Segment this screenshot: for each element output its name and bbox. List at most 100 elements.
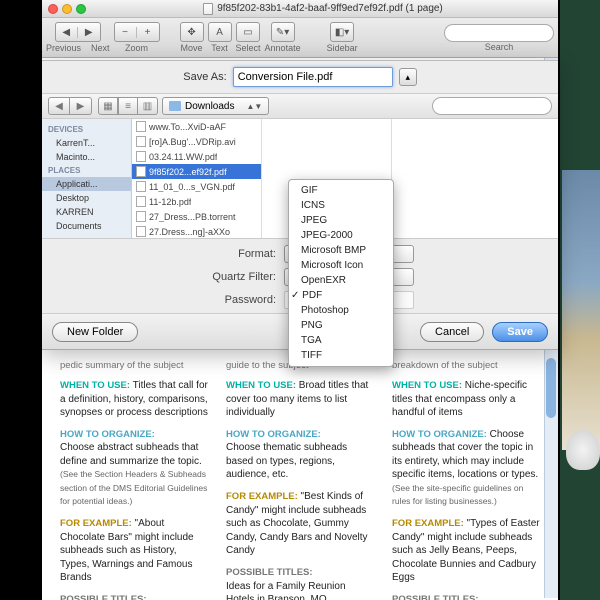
file-icon	[136, 196, 146, 207]
select-label: Select	[236, 43, 261, 53]
col1-pt-h: POSSIBLE TITLES:	[60, 594, 147, 600]
col3-how-h: HOW TO ORGANIZE:	[392, 429, 487, 440]
format-option[interactable]: TIFF	[289, 348, 393, 363]
cancel-button[interactable]: Cancel	[420, 322, 484, 342]
new-folder-button[interactable]: New Folder	[52, 322, 138, 342]
col1-how-note: (See the Section Headers & Subheads sect…	[60, 469, 207, 506]
browser-sidebar: DEVICES KarrenT... Macinto... PLACES App…	[42, 119, 132, 238]
page-nav-buttons[interactable]: ◀▶	[55, 22, 101, 42]
annotate-label: Annotate	[265, 43, 301, 53]
file-icon	[136, 181, 146, 192]
minimize-icon[interactable]	[62, 4, 72, 14]
sidebar-item-user[interactable]: KARREN	[42, 205, 131, 219]
places-header: PLACES	[42, 164, 131, 177]
previous-label: Previous	[46, 43, 81, 53]
format-label: Format:	[186, 248, 276, 260]
format-option[interactable]: PDF	[289, 288, 393, 303]
file-row[interactable]: 03.24.11.WW.pdf	[132, 149, 261, 164]
file-name: 27_Dress...PB.torrent	[149, 212, 236, 222]
col3-when-h: WHEN TO USE:	[392, 380, 462, 391]
quartz-filter-label: Quartz Filter:	[186, 271, 276, 283]
browser-search-input[interactable]	[432, 97, 552, 115]
col2-pt1: Ideas for a Family Reunion	[226, 581, 346, 592]
close-icon[interactable]	[48, 4, 58, 14]
file-name: 11_01_0...s_VGN.pdf	[149, 182, 235, 192]
file-row[interactable]: 11_01_0...s_VGN.pdf	[132, 179, 261, 194]
file-row[interactable]: 11-12b.pdf	[132, 194, 261, 209]
disclosure-button[interactable]: ▴	[399, 68, 417, 86]
sidebar-item-device[interactable]: Macinto...	[42, 150, 131, 164]
scrollbar-thumb[interactable]	[546, 358, 556, 418]
browser-toolbar: ◀▶ ▦≡▥ Downloads ▲▼	[42, 93, 558, 119]
select-tool-button[interactable]: ▭	[236, 22, 260, 42]
file-row[interactable]: 27_Dress...PB.torrent	[132, 209, 261, 224]
format-option[interactable]: OpenEXR	[289, 273, 393, 288]
file-name: 11-12b.pdf	[149, 197, 191, 207]
page-border-right	[560, 0, 600, 600]
window-title: 9f85f202-83b1-4af2-baaf-9ff9ed7ef92f.pdf…	[217, 3, 443, 14]
list-view-button[interactable]: ≡	[118, 97, 138, 115]
back-button[interactable]: ◀	[48, 97, 70, 115]
file-row[interactable]: [ro]A.Bug'...VDRip.avi	[132, 134, 261, 149]
format-option[interactable]: Microsoft BMP	[289, 243, 393, 258]
file-icon	[136, 211, 146, 222]
move-label: Move	[181, 43, 203, 53]
format-dropdown-menu: GIFICNSJPEGJPEG-2000Microsoft BMPMicroso…	[288, 179, 394, 367]
move-tool-button[interactable]: ✥	[180, 22, 204, 42]
format-option[interactable]: GIF	[289, 183, 393, 198]
file-row[interactable]: 9f85f202...ef92f.pdf	[132, 164, 261, 179]
photo-shoe	[566, 430, 600, 470]
format-option[interactable]: PNG	[289, 318, 393, 333]
sidebar-item-documents[interactable]: Documents	[42, 219, 131, 233]
filename-input[interactable]	[233, 67, 393, 87]
col2-when-h: WHEN TO USE:	[226, 380, 296, 391]
col3-pre: breakdown of the subject	[392, 360, 540, 373]
save-sheet: Save As: ▴ ◀▶ ▦≡▥ Downloads ▲▼ DEVICES K…	[42, 60, 558, 350]
zoom-label: Zoom	[125, 43, 148, 53]
file-row[interactable]: www.To...XviD-aAF	[132, 119, 261, 134]
forward-button[interactable]: ▶	[70, 97, 92, 115]
location-label: Downloads	[185, 101, 234, 112]
col3-pt-h: POSSIBLE TITLES:	[392, 594, 479, 600]
format-option[interactable]: TGA	[289, 333, 393, 348]
location-popup[interactable]: Downloads ▲▼	[162, 97, 269, 115]
text-tool-button[interactable]: A	[208, 22, 232, 42]
sidebar-label: Sidebar	[327, 43, 358, 53]
format-option[interactable]: Photoshop	[289, 303, 393, 318]
file-name: www.To...XviD-aAF	[149, 122, 226, 132]
sidebar-item-desktop[interactable]: Desktop	[42, 191, 131, 205]
column-view-button[interactable]: ▥	[138, 97, 158, 115]
col1-when-h: WHEN TO USE:	[60, 380, 130, 391]
col2-ex-h: FOR EXAMPLE:	[226, 491, 298, 502]
format-option[interactable]: ICNS	[289, 198, 393, 213]
format-option[interactable]: Microsoft Icon	[289, 258, 393, 273]
sidebar-button[interactable]: ◧▾	[330, 22, 354, 42]
devices-header: DEVICES	[42, 123, 131, 136]
password-label: Password:	[186, 294, 276, 306]
search-input[interactable]	[444, 24, 554, 42]
next-label: Next	[91, 43, 110, 53]
zoom-buttons[interactable]: −+	[114, 22, 160, 42]
file-icon	[136, 136, 146, 147]
format-option[interactable]: JPEG-2000	[289, 228, 393, 243]
titlebar: 9f85f202-83b1-4af2-baaf-9ff9ed7ef92f.pdf…	[42, 0, 558, 18]
sidebar-item-applications[interactable]: Applicati...	[42, 177, 131, 191]
col1-ex-h: FOR EXAMPLE:	[60, 518, 132, 529]
col2-how-h: HOW TO ORGANIZE:	[226, 429, 321, 440]
sidebar-item-device[interactable]: KarrenT...	[42, 136, 131, 150]
col2-how: Choose thematic subheads based on types,…	[226, 442, 347, 480]
format-option[interactable]: JPEG	[289, 213, 393, 228]
annotate-button[interactable]: ✎▾	[271, 22, 295, 42]
save-button[interactable]: Save	[492, 322, 548, 342]
col3-how-note: (See the site-specific guidelines on rul…	[392, 483, 523, 507]
col3-ex-h: FOR EXAMPLE:	[392, 518, 464, 529]
file-row[interactable]: 27.Dress...ng]-aXXo	[132, 224, 261, 238]
preview-window: 9f85f202-83b1-4af2-baaf-9ff9ed7ef92f.pdf…	[42, 0, 558, 600]
col1-how-h: HOW TO ORGANIZE:	[60, 429, 155, 440]
file-icon	[136, 226, 146, 237]
zoom-icon[interactable]	[76, 4, 86, 14]
file-icon	[136, 121, 146, 132]
document-icon	[203, 3, 213, 15]
col2-pt2: Hotels in Branson, MO	[226, 594, 327, 600]
icon-view-button[interactable]: ▦	[98, 97, 118, 115]
